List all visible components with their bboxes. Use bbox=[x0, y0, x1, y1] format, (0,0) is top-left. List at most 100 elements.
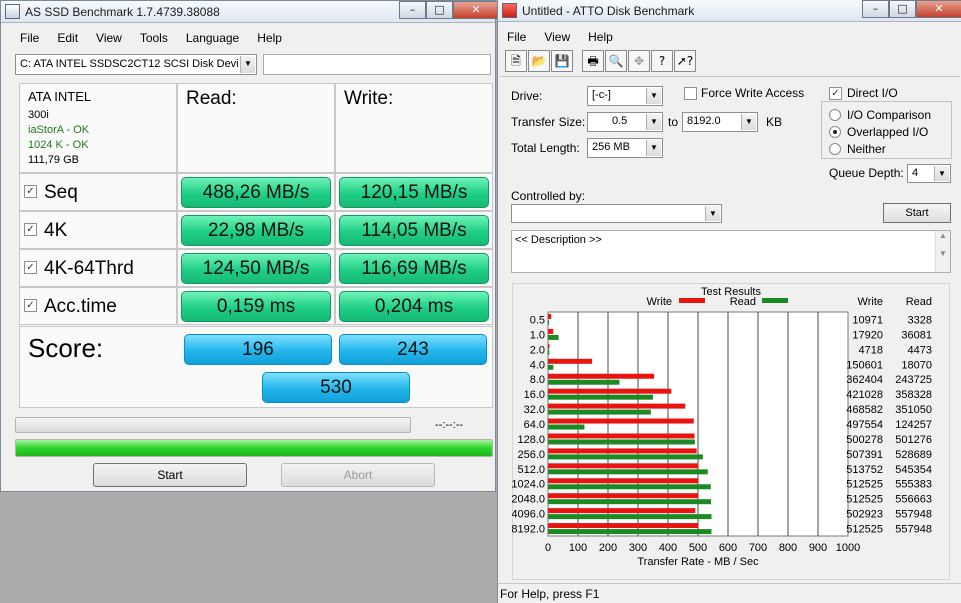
read-header: Read: bbox=[186, 88, 237, 109]
read-bar bbox=[548, 394, 653, 400]
context-help-icon[interactable]: ➚? bbox=[674, 50, 696, 72]
close-button[interactable]: ✕ bbox=[916, 0, 961, 18]
row-seq-read-cell: 488,26 MB/s bbox=[177, 173, 335, 211]
menu-file[interactable]: File bbox=[11, 27, 48, 49]
menu-view[interactable]: View bbox=[87, 27, 131, 49]
menu-edit[interactable]: Edit bbox=[48, 27, 87, 49]
total-length-combo[interactable]: 256 MB ▼ bbox=[587, 138, 663, 158]
drive-extra-field[interactable] bbox=[263, 54, 491, 75]
read-bar bbox=[548, 364, 554, 370]
write-header-cell: Write: bbox=[335, 83, 493, 173]
print-preview-icon[interactable]: 🔍 bbox=[605, 50, 627, 72]
description-scrollbar[interactable]: ▲ ▼ bbox=[935, 231, 950, 272]
drive-select[interactable]: C: ATA INTEL SSDSC2CT12 SCSI Disk Devi ▼ bbox=[15, 54, 257, 75]
menu-language[interactable]: Language bbox=[177, 27, 248, 49]
status-bar: For Help, press F1 bbox=[498, 583, 961, 603]
description-field[interactable]: << Description >> ▲ ▼ bbox=[511, 230, 951, 273]
neither-radio[interactable] bbox=[829, 143, 841, 155]
new-file-icon[interactable]: 🗎 bbox=[505, 50, 527, 72]
io-comparison-label: I/O Comparison bbox=[847, 108, 932, 122]
write-bar bbox=[548, 493, 699, 499]
4k-read-result: 22,98 MB/s bbox=[181, 215, 331, 246]
transfer-to-combo[interactable]: 8192.0 ▼ bbox=[682, 112, 758, 132]
acc-read-result: 0,159 ms bbox=[181, 291, 331, 322]
menu-view[interactable]: View bbox=[535, 26, 579, 48]
start-button[interactable]: Start bbox=[93, 463, 247, 487]
write-bar bbox=[548, 523, 699, 529]
menu-help[interactable]: Help bbox=[579, 26, 622, 48]
table-read-value: 36081 bbox=[901, 329, 932, 341]
maximize-button[interactable]: □ bbox=[426, 1, 453, 19]
kb-label: KB bbox=[766, 115, 783, 129]
legend-write-swatch bbox=[679, 298, 705, 303]
total-length-label: Total Length: bbox=[511, 141, 580, 155]
seq-checkbox[interactable]: ✓ bbox=[24, 185, 37, 198]
x-axis-label: Transfer Rate - MB / Sec bbox=[637, 556, 759, 568]
force-write-checkbox[interactable] bbox=[684, 87, 697, 100]
force-write-label: Force Write Access bbox=[701, 86, 805, 100]
drive-combo[interactable]: [-c-] ▼ bbox=[587, 86, 663, 106]
save-icon[interactable]: 💾 bbox=[551, 50, 573, 72]
menu-help[interactable]: Help bbox=[248, 27, 291, 49]
drive-size: 111,79 GB bbox=[28, 154, 79, 166]
write-bar bbox=[548, 418, 694, 424]
row-label: Seq bbox=[44, 182, 78, 203]
table-read-value: 557948 bbox=[895, 524, 932, 536]
4k64-checkbox[interactable]: ✓ bbox=[24, 261, 37, 274]
chevron-down-icon: ▼ bbox=[934, 166, 949, 181]
chevron-down-icon: ▼ bbox=[646, 114, 661, 130]
row-acc-write-cell: 0,204 ms bbox=[335, 287, 493, 325]
open-folder-icon[interactable]: 📂 bbox=[528, 50, 550, 72]
print-icon[interactable]: 🖶 bbox=[582, 50, 604, 72]
io-comparison-radio[interactable] bbox=[829, 109, 841, 121]
menu-tools[interactable]: Tools bbox=[131, 27, 177, 49]
atto-menubar: File View Help bbox=[498, 26, 622, 48]
drive-info-panel: ATA INTEL 300i iaStorA - OK 1024 K - OK … bbox=[19, 83, 177, 173]
minimize-button[interactable]: – bbox=[399, 1, 426, 19]
minimize-button[interactable]: – bbox=[862, 0, 889, 18]
table-write-value: 10971 bbox=[852, 314, 883, 326]
atto-start-button[interactable]: Start bbox=[883, 203, 951, 223]
read-bar bbox=[548, 514, 712, 520]
to-label: to bbox=[668, 115, 679, 129]
close-button[interactable]: ✕ bbox=[453, 1, 499, 19]
write-bar bbox=[548, 433, 695, 439]
maximize-button[interactable]: □ bbox=[889, 0, 916, 18]
score-label: Score: bbox=[28, 333, 104, 363]
neither-label: Neither bbox=[847, 142, 886, 156]
write-bar bbox=[548, 328, 554, 334]
transfer-from-combo[interactable]: 0.5 ▼ bbox=[587, 112, 663, 132]
write-bar bbox=[548, 343, 550, 349]
table-read-value: 528689 bbox=[895, 449, 932, 461]
x-tick-label: 600 bbox=[719, 542, 737, 554]
as-ssd-titlebar: AS SSD Benchmark 1.7.4739.38088 – □ ✕ bbox=[1, 1, 499, 23]
4k64-write-result: 116,69 MB/s bbox=[339, 253, 489, 284]
4k64-read-result: 124,50 MB/s bbox=[181, 253, 331, 284]
queue-depth-combo[interactable]: 4 ▼ bbox=[907, 164, 951, 183]
abort-button[interactable]: Abort bbox=[281, 463, 435, 487]
row-seq-label-cell: ✓ Seq bbox=[19, 173, 177, 211]
direct-io-checkbox[interactable]: ✓ bbox=[829, 87, 842, 100]
move-icon[interactable]: ✥ bbox=[628, 50, 650, 72]
acc-checkbox[interactable]: ✓ bbox=[24, 299, 37, 312]
score-write: 243 bbox=[339, 334, 487, 365]
window-title: AS SSD Benchmark 1.7.4739.38088 bbox=[25, 5, 220, 19]
category-label: 16.0 bbox=[524, 389, 545, 401]
category-label: 256.0 bbox=[517, 449, 545, 461]
controlled-by-combo[interactable]: ▼ bbox=[511, 204, 722, 223]
read-bar bbox=[548, 334, 559, 340]
4k-checkbox[interactable]: ✓ bbox=[24, 223, 37, 236]
table-read-value: 557948 bbox=[895, 509, 932, 521]
help-icon[interactable]: ? bbox=[651, 50, 673, 72]
overlapped-io-radio[interactable] bbox=[829, 126, 841, 138]
table-read-value: 124257 bbox=[895, 419, 932, 431]
x-tick-label: 100 bbox=[569, 542, 587, 554]
table-write-value: 468582 bbox=[846, 404, 883, 416]
seq-write-result: 120,15 MB/s bbox=[339, 177, 489, 208]
menu-file[interactable]: File bbox=[498, 26, 535, 48]
category-label: 1.0 bbox=[530, 329, 545, 341]
4k-write-result: 114,05 MB/s bbox=[339, 215, 489, 246]
chevron-down-icon: ▼ bbox=[741, 114, 756, 130]
write-bar bbox=[548, 388, 672, 394]
table-write-value: 4718 bbox=[859, 344, 883, 356]
